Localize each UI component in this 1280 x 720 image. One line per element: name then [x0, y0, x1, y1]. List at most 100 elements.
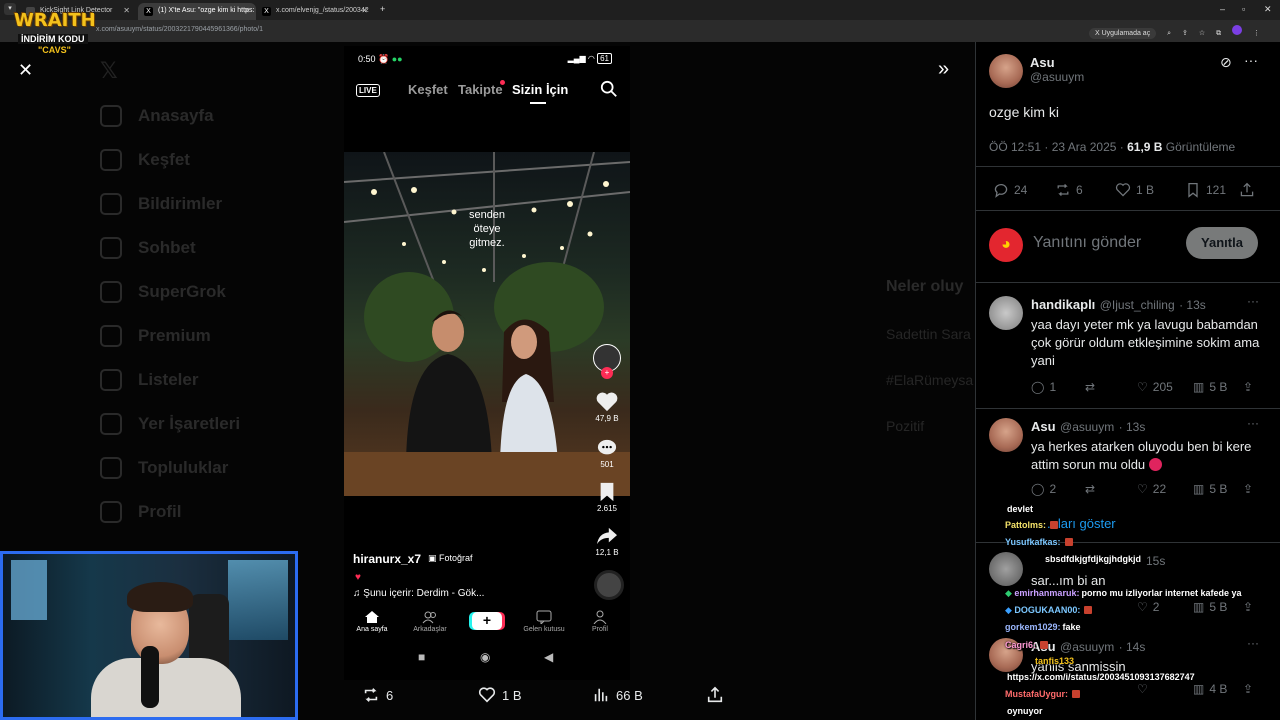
author-handle[interactable]: @asuuym [1030, 70, 1084, 84]
divider [976, 408, 1280, 409]
share-action: 12,1 B [590, 526, 624, 557]
premium-icon [100, 325, 122, 347]
reply-action[interactable]: ◯ 1 [1031, 380, 1056, 394]
bg-nav-label: Topluluklar [138, 458, 229, 477]
analytics-icon [594, 688, 608, 702]
share-arrow-icon [597, 527, 617, 545]
commenter-handle[interactable]: @Ijust_chiling [1100, 298, 1175, 312]
repost-action[interactable]: 6 [1055, 182, 1083, 198]
commenter-name[interactable]: handikaplı [1031, 297, 1095, 312]
url-field[interactable]: x.com/asuuym/status/2003221790445961366/… [96, 26, 263, 33]
reply-button[interactable]: Yanıtla [1186, 227, 1258, 259]
bookmark-star-icon[interactable]: ☆ [1199, 29, 1205, 37]
share-icon[interactable]: ⇪ [1182, 29, 1188, 37]
chat-text: fake [1062, 622, 1081, 632]
nav-label: Gelen kutusu [523, 626, 565, 633]
chat-message: oynuyor [1005, 706, 1043, 716]
communities-icon [100, 457, 122, 479]
like-action[interactable]: ♡ 22 [1137, 482, 1166, 496]
reply-action[interactable]: ◯ 2 [1031, 482, 1056, 496]
profile-avatar[interactable] [1232, 25, 1243, 35]
comment-item[interactable]: handikaplı @Ijust_chiling · 13s ··· yaa … [976, 294, 1280, 406]
minimize-button[interactable]: – [1220, 4, 1225, 14]
open-in-app-button[interactable]: X Uygulamada aç [1088, 28, 1157, 39]
comment-action: 501 [590, 438, 624, 469]
promo-label: İNDİRİM KODU [18, 34, 88, 44]
close-window-button[interactable]: ✕ [1264, 4, 1272, 15]
commenter-avatar[interactable] [989, 418, 1023, 452]
share-action[interactable] [1239, 182, 1255, 198]
comment-time: · 13s [1118, 420, 1146, 434]
view-label: Görüntüleme [1162, 140, 1236, 154]
chat-link[interactable]: https://x.com/i/status/20034510931376827… [1007, 672, 1195, 682]
browser-tab-2[interactable]: X (1) X'te Asu: "ozge kim ki https: ✕ [138, 3, 256, 20]
chat-text: oynuyor [1007, 706, 1043, 716]
repost-action[interactable]: ⇄ [1085, 380, 1095, 394]
reply-action[interactable]: 24 [993, 182, 1027, 198]
like-count: 1 B [502, 687, 522, 703]
new-tab-button[interactable]: + [380, 4, 385, 14]
share-button[interactable] [706, 686, 724, 704]
bookmark-action[interactable]: 121 [1185, 182, 1226, 198]
comment-count: 501 [600, 460, 614, 469]
extensions-icon[interactable]: ⧉ [1216, 30, 1221, 38]
list-icon [100, 369, 122, 391]
save-action: 2.615 [590, 482, 624, 513]
post-timestamp[interactable]: ÖÖ 12:51 · 23 Ara 2025 · [989, 140, 1127, 154]
more-options-icon[interactable]: ··· [1247, 416, 1259, 430]
close-tab-icon[interactable]: ✕ [123, 6, 130, 15]
analytics-icon: ▥ [1193, 482, 1205, 496]
nav-profile: Profil [572, 610, 628, 633]
more-options-icon[interactable]: ··· [1244, 52, 1258, 68]
browser-tab-bar: ▾ KickSight Link Detector ✕ X (1) X'te A… [0, 0, 1280, 20]
repost-button[interactable]: 6 [362, 686, 393, 704]
repost-icon [364, 688, 378, 702]
android-nav-bar: ■ ◉ ◀ [344, 650, 630, 670]
like-button[interactable]: 1 B [478, 686, 522, 704]
bg-nav-label: Profil [138, 502, 182, 521]
collapse-panel-button[interactable]: » [938, 58, 949, 81]
reply-input[interactable]: Yanıtını gönder [1033, 234, 1141, 252]
views-action[interactable]: ▥ 5 B [1193, 380, 1227, 394]
angry-emoji-icon [1148, 458, 1162, 471]
caption-line: gitmez. [469, 237, 505, 249]
bg-trend-item: Pozitif [886, 418, 925, 434]
like-action[interactable]: 1 B [1115, 182, 1154, 198]
tiktok-top-nav: LIVE Keşfet Takipte Sizin İçin [344, 80, 630, 104]
comment-item[interactable]: Asu @asuuym · 13s ··· ya herkes atarken … [976, 416, 1280, 510]
streamer-body-shape [91, 658, 241, 717]
heart-outline-icon: ♡ [1137, 380, 1148, 394]
friends-icon [422, 611, 436, 624]
grok-icon[interactable]: ⊘ [1220, 54, 1232, 71]
background-sidebar: Anasayfa Keşfet Bildirimler Sohbet Super… [100, 94, 300, 534]
zoom-icon[interactable]: ⌕ [1167, 30, 1171, 38]
reply-count: 24 [1014, 183, 1028, 197]
browser-tab-3[interactable]: X x.com/elvenjg_/status/200342 ✕ [256, 3, 374, 20]
bg-nav-label: Bildirimler [138, 194, 223, 213]
more-options-icon[interactable]: ··· [1247, 294, 1259, 308]
maximize-button[interactable]: ▫ [1242, 4, 1245, 14]
couple-photo: senden öteye gitmez. [344, 152, 630, 496]
commenter-handle[interactable]: @asuuym [1060, 420, 1114, 434]
author-name[interactable]: Asu [1030, 55, 1084, 70]
close-tab-icon[interactable]: ✕ [243, 6, 250, 15]
battery-icon: 61 [597, 53, 612, 64]
close-viewer-button[interactable]: ✕ [18, 60, 33, 81]
views-action[interactable]: ▥ 5 B [1193, 482, 1227, 496]
save-count: 2.615 [596, 504, 618, 513]
share-action[interactable]: ⇪ [1243, 380, 1253, 394]
menu-kebab-icon[interactable]: ⋮ [1253, 29, 1260, 37]
author-avatar[interactable] [989, 54, 1023, 88]
like-action[interactable]: ♡ 205 [1137, 380, 1173, 394]
commenter-avatar[interactable] [989, 296, 1023, 330]
repost-action[interactable]: ⇄ [1085, 482, 1095, 496]
chat-user: MustafaUygur: [1005, 689, 1069, 699]
views-button[interactable]: 66 B [592, 686, 643, 704]
share-action[interactable]: ⇪ [1243, 482, 1253, 496]
bookmark-count: 121 [1206, 183, 1227, 197]
led-light-shape [228, 560, 288, 640]
active-tab-indicator [530, 102, 546, 104]
commenter-name[interactable]: Asu [1031, 419, 1056, 434]
signal-icon: ▂▄▆ [567, 54, 586, 63]
close-tab-icon[interactable]: ✕ [361, 6, 368, 15]
